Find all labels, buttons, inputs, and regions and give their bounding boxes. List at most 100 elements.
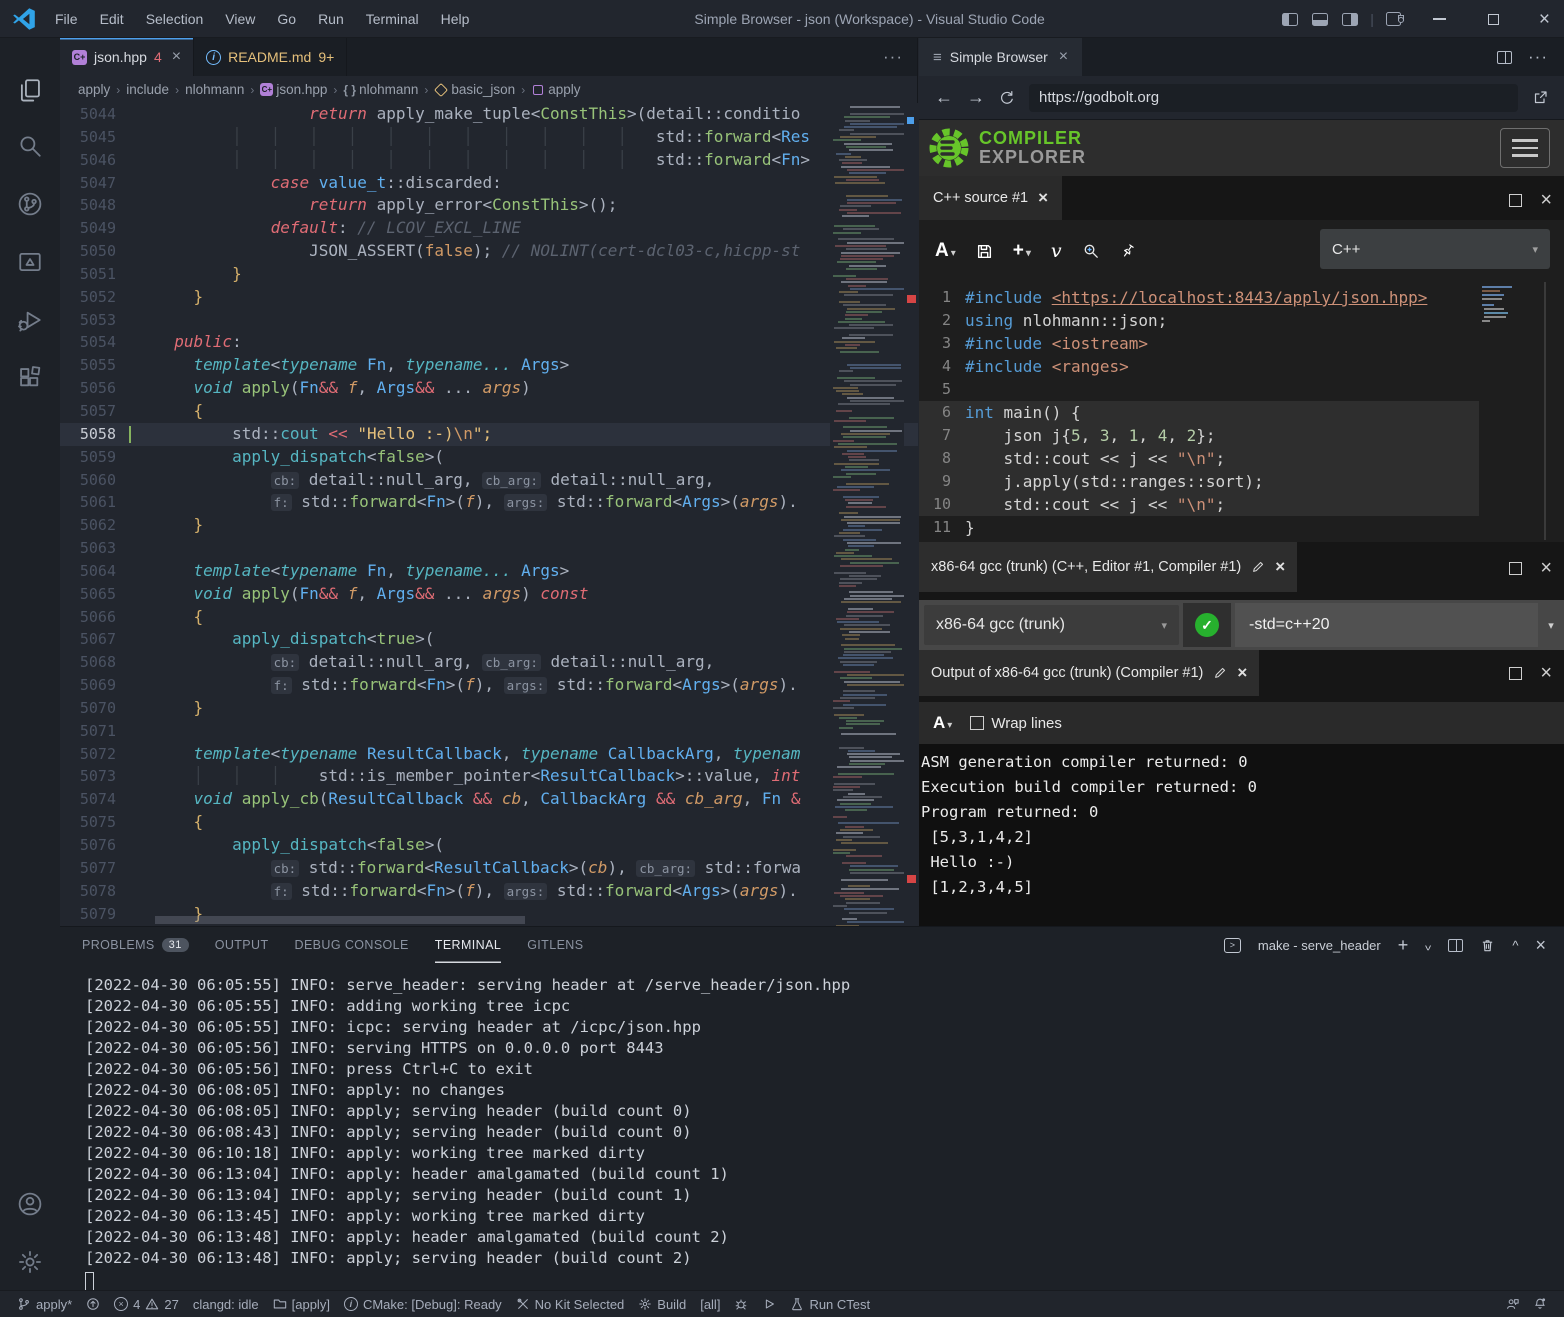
git-branch-status[interactable]: apply*: [10, 1291, 79, 1317]
close-tab-icon[interactable]: ×: [172, 48, 181, 66]
menu-run[interactable]: Run: [309, 7, 353, 31]
panel-tab-problems[interactable]: PROBLEMS31: [82, 927, 189, 963]
code-editor[interactable]: 5044 return apply_make_tuple<ConstThis>(…: [60, 103, 918, 926]
breadcrumb[interactable]: apply› include› nlohmann› C+ json.hpp› {…: [60, 76, 917, 103]
close-icon[interactable]: ×: [1038, 188, 1048, 208]
minimize-button[interactable]: [1433, 18, 1446, 20]
menu-file[interactable]: File: [46, 7, 87, 31]
maximize-pane-icon[interactable]: [1509, 667, 1522, 680]
settings-gear-icon[interactable]: [0, 1238, 60, 1286]
program-output[interactable]: ASM generation compiler returned: 0Execu…: [919, 744, 1564, 926]
customize-layout-icon[interactable]: [1386, 12, 1401, 26]
breadcrumb-item[interactable]: nlohmann: [185, 82, 244, 97]
terminal-title[interactable]: make - serve_header: [1258, 938, 1381, 953]
godbolt-source-editor[interactable]: 1#include <https://localhost:8443/apply/…: [919, 282, 1564, 542]
back-icon[interactable]: ←: [935, 87, 953, 108]
search-icon[interactable]: [1082, 242, 1100, 260]
source-tab[interactable]: C++ source #1 ×: [919, 176, 1062, 220]
cmake-status[interactable]: i CMake: [Debug]: Ready: [337, 1291, 509, 1317]
close-icon[interactable]: ×: [1237, 663, 1247, 683]
forward-icon[interactable]: →: [967, 87, 985, 108]
kill-terminal-icon[interactable]: [1480, 938, 1495, 953]
terminal-dropdown-icon[interactable]: ^: [1425, 938, 1431, 953]
wrap-lines-checkbox[interactable]: Wrap lines: [970, 715, 1062, 732]
toggle-secondary-sidebar-icon[interactable]: [1342, 13, 1358, 26]
cmake-folder-status[interactable]: [apply]: [266, 1291, 337, 1317]
pin-icon[interactable]: [1116, 240, 1138, 262]
compiler-tab[interactable]: x86-64 gcc (trunk) (C++, Editor #1, Comp…: [919, 542, 1297, 592]
editor-more-actions-icon[interactable]: ···: [883, 38, 917, 76]
launch-button[interactable]: [755, 1291, 783, 1317]
panel-tab-terminal[interactable]: TERMINAL: [435, 927, 501, 963]
close-pane-icon[interactable]: ×: [1540, 190, 1552, 210]
breadcrumb-item[interactable]: include: [126, 82, 169, 97]
ctest-button[interactable]: Run CTest: [783, 1291, 877, 1317]
panel-tab-output[interactable]: OUTPUT: [215, 927, 269, 963]
save-icon[interactable]: [976, 243, 993, 260]
sync-status[interactable]: [79, 1291, 107, 1317]
tab-readme-md[interactable]: i README.md 9+: [194, 38, 347, 76]
font-size-button[interactable]: A▾: [935, 240, 956, 262]
terminal-output[interactable]: [2022-04-30 06:05:55] INFO: serve_header…: [85, 975, 850, 1293]
overview-ruler[interactable]: [904, 103, 918, 926]
split-terminal-icon[interactable]: [1448, 939, 1463, 952]
font-size-button[interactable]: A▾: [933, 713, 952, 733]
add-pane-button[interactable]: +▾: [1013, 240, 1031, 262]
menu-edit[interactable]: Edit: [91, 7, 133, 31]
menu-selection[interactable]: Selection: [137, 7, 213, 31]
toggle-sidebar-icon[interactable]: [1282, 13, 1298, 26]
maximize-button[interactable]: [1488, 14, 1499, 25]
new-terminal-icon[interactable]: +: [1398, 935, 1409, 956]
cmake-icon[interactable]: [0, 238, 60, 286]
reload-icon[interactable]: [999, 90, 1015, 106]
open-external-icon[interactable]: [1532, 90, 1548, 106]
toggle-panel-icon[interactable]: [1312, 13, 1328, 26]
kit-status[interactable]: No Kit Selected: [509, 1291, 632, 1317]
tab-json-hpp[interactable]: C+ json.hpp 4 ×: [60, 38, 194, 76]
explorer-icon[interactable]: [0, 66, 60, 114]
url-input[interactable]: https://godbolt.org: [1029, 84, 1518, 112]
accounts-icon[interactable]: [0, 1180, 60, 1228]
feedback-button[interactable]: [1498, 1291, 1526, 1317]
edit-pencil-icon[interactable]: [1251, 560, 1265, 574]
close-pane-icon[interactable]: ×: [1540, 663, 1552, 683]
panel-tab-gitlens[interactable]: GITLENS: [527, 927, 583, 963]
problems-status[interactable]: × 4 27: [107, 1291, 186, 1317]
menu-go[interactable]: Go: [268, 7, 305, 31]
maximize-panel-icon[interactable]: ^: [1512, 938, 1518, 953]
output-tab[interactable]: Output of x86-64 gcc (trunk) (Compiler #…: [919, 650, 1259, 696]
run-debug-icon[interactable]: [0, 296, 60, 344]
split-editor-icon[interactable]: [1497, 51, 1512, 64]
maximize-pane-icon[interactable]: [1509, 194, 1522, 207]
compiler-select[interactable]: x86-64 gcc (trunk) ▾: [924, 605, 1179, 645]
close-icon[interactable]: ×: [1275, 557, 1285, 577]
tab-simple-browser[interactable]: ≡ Simple Browser ×: [919, 38, 1082, 76]
build-target[interactable]: [all]: [693, 1291, 727, 1317]
minimap[interactable]: [830, 103, 904, 926]
build-button[interactable]: Build: [631, 1291, 693, 1317]
maximize-pane-icon[interactable]: [1509, 562, 1522, 575]
menu-terminal[interactable]: Terminal: [357, 7, 428, 31]
menu-bar[interactable]: FileEditSelectionViewGoRunTerminalHelp: [46, 7, 478, 31]
close-panel-icon[interactable]: ×: [1535, 935, 1546, 956]
close-pane-icon[interactable]: ×: [1540, 558, 1552, 578]
search-icon[interactable]: [0, 122, 60, 170]
edit-pencil-icon[interactable]: [1213, 666, 1227, 680]
compiler-options-input[interactable]: -std=c++20: [1235, 603, 1538, 647]
close-window-button[interactable]: ×: [1539, 10, 1550, 29]
chevron-down-icon[interactable]: ▾: [1538, 619, 1564, 632]
clangd-status[interactable]: clangd: idle: [186, 1291, 266, 1317]
source-control-icon[interactable]: [0, 180, 60, 228]
breadcrumb-item[interactable]: json.hpp: [276, 82, 327, 97]
breadcrumb-item[interactable]: nlohmann: [359, 82, 418, 97]
menu-help[interactable]: Help: [432, 7, 479, 31]
breadcrumb-item[interactable]: apply: [548, 82, 580, 97]
vertical-scrollbar[interactable]: [1544, 282, 1546, 540]
breadcrumb-item[interactable]: basic_json: [451, 82, 515, 97]
close-tab-icon[interactable]: ×: [1059, 48, 1068, 66]
menu-view[interactable]: View: [216, 7, 264, 31]
language-select[interactable]: C++ ▾: [1320, 229, 1550, 269]
panel-tab-debug-console[interactable]: DEBUG CONSOLE: [295, 927, 409, 963]
extensions-icon[interactable]: [0, 354, 60, 402]
breadcrumb-item[interactable]: apply: [78, 82, 110, 97]
